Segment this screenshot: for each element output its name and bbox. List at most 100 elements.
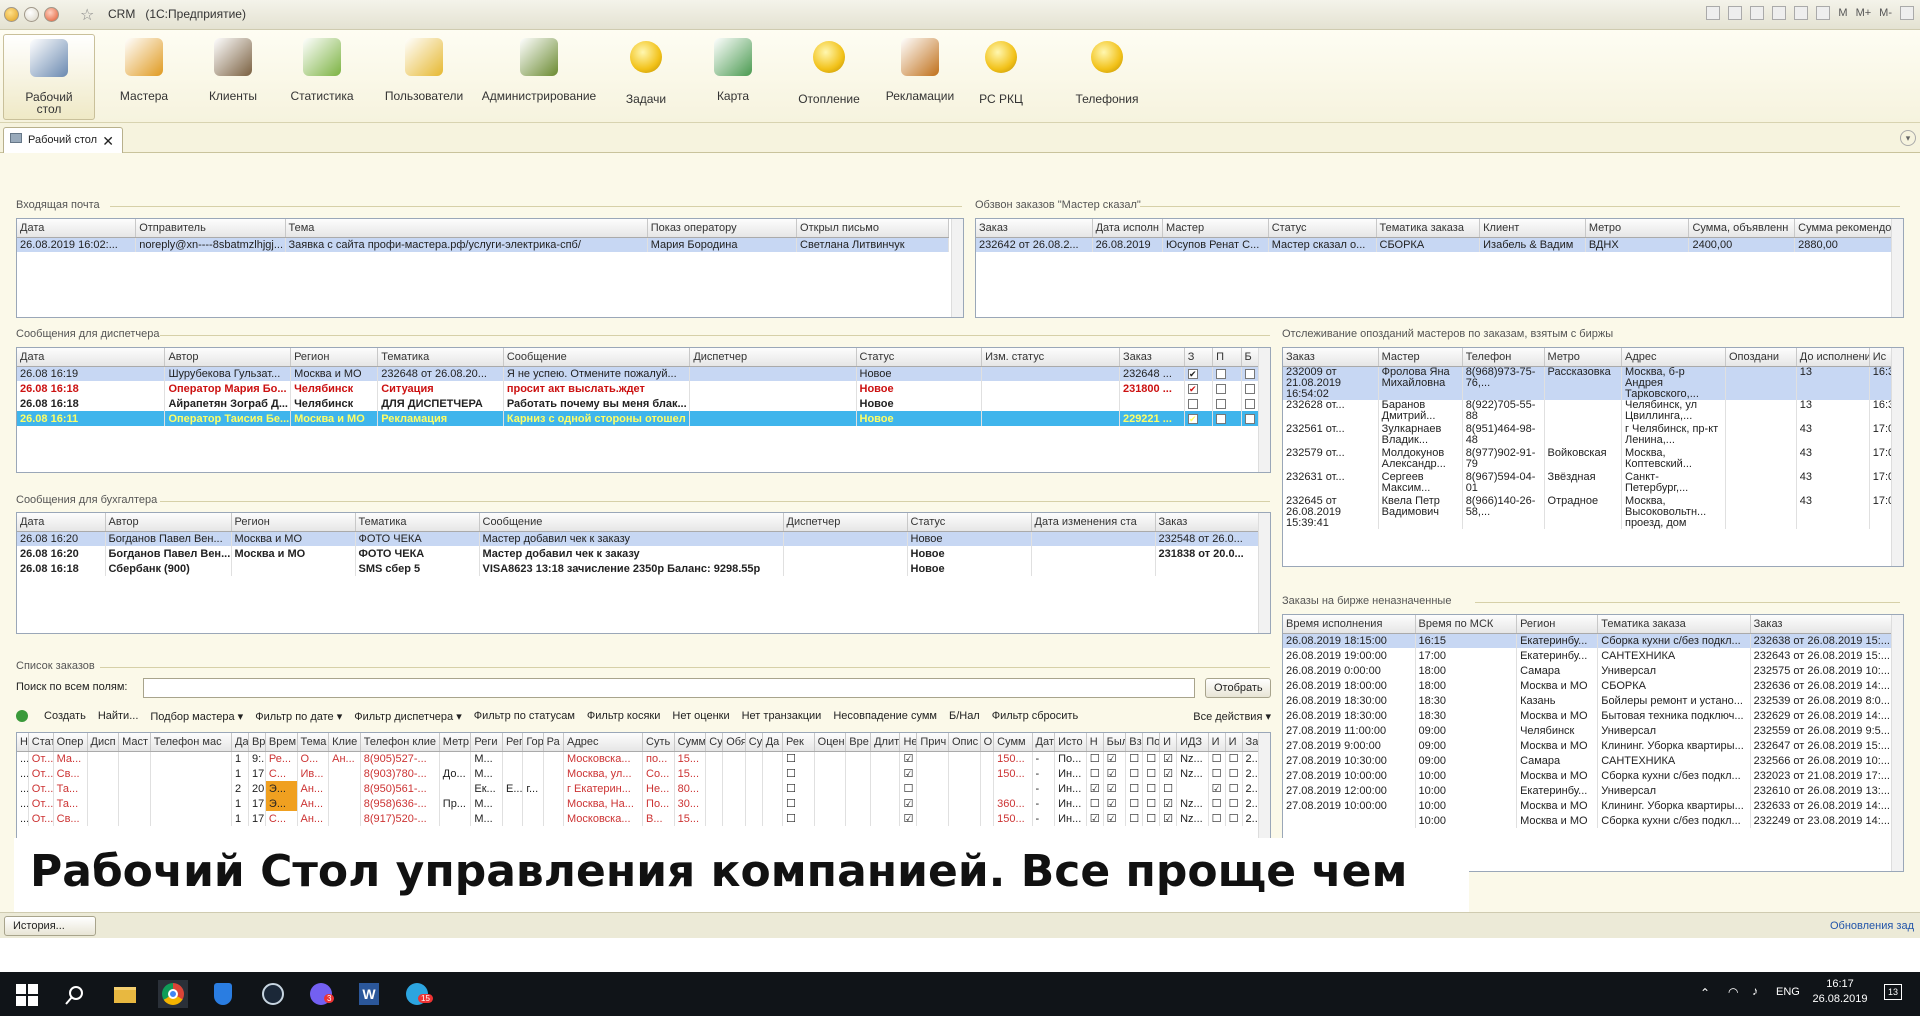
- column-header[interactable]: ИДЗ: [1176, 733, 1209, 752]
- memory-m-button[interactable]: M: [1838, 7, 1847, 19]
- column-header[interactable]: Автор: [164, 348, 292, 367]
- windows-start-icon[interactable]: [12, 980, 42, 1008]
- column-header[interactable]: Оцен: [814, 733, 847, 752]
- column-header[interactable]: Статус: [1268, 219, 1377, 238]
- column-header[interactable]: Изм. статус: [981, 348, 1120, 367]
- column-header[interactable]: Тема: [285, 219, 648, 238]
- checkbox[interactable]: [1244, 383, 1255, 394]
- column-header[interactable]: Дата: [17, 348, 166, 367]
- column-header[interactable]: Реп: [502, 733, 524, 752]
- column-header[interactable]: Ра: [543, 733, 564, 752]
- table-row[interactable]: 26.08.2019 16:02:... noreply@xn----8sbatm…: [17, 237, 963, 252]
- checkbox[interactable]: [1187, 398, 1198, 409]
- column-header[interactable]: Был: [1103, 733, 1127, 752]
- column-header[interactable]: Клиент: [1479, 219, 1586, 238]
- column-header[interactable]: Сумма, объявленн: [1688, 219, 1796, 238]
- minimize-icon[interactable]: [1900, 6, 1914, 20]
- checkbox[interactable]: [1216, 383, 1227, 394]
- history-icon[interactable]: [1772, 6, 1787, 20]
- checkbox-cell[interactable]: ✔: [1184, 411, 1214, 426]
- history-button[interactable]: История...: [4, 916, 96, 936]
- column-header[interactable]: Телефон мас: [150, 733, 233, 752]
- notifications-icon[interactable]: 13: [1884, 984, 1902, 1000]
- orders-command-2[interactable]: Подбор мастера ▾: [150, 710, 243, 723]
- table-row[interactable]: 27.08.2019 9:00:00 09:00 Москва и МО Клинин…: [1283, 738, 1903, 753]
- column-header[interactable]: Тематика: [377, 348, 504, 367]
- column-header[interactable]: Метро: [1585, 219, 1690, 238]
- table-row[interactable]: 26.08.2019 0:00:00 18:00 Самара Универсал 23…: [1283, 663, 1903, 678]
- toolbar-item-7[interactable]: Карта: [700, 34, 766, 120]
- column-header[interactable]: Маст: [118, 733, 151, 752]
- favorites-icon[interactable]: [1750, 6, 1765, 20]
- column-header[interactable]: Н: [1086, 733, 1104, 752]
- table-row[interactable]: 232561 от... Зулкарнаев Владик... 8(951)46…: [1283, 423, 1903, 448]
- column-header[interactable]: О: [980, 733, 995, 752]
- column-header[interactable]: Заказ: [1283, 348, 1379, 367]
- column-header[interactable]: По: [1142, 733, 1161, 752]
- column-header[interactable]: Адрес: [563, 733, 644, 752]
- column-header[interactable]: Сумма рекомендова: [1794, 219, 1903, 238]
- checkbox[interactable]: [1244, 368, 1255, 379]
- orders-command-5[interactable]: Фильтр по статусам: [474, 710, 575, 722]
- toolbar-item-1[interactable]: Мастера: [98, 34, 190, 120]
- table-row[interactable]: 26.08 16:20 Богданов Павел Вен... Москва и…: [17, 531, 1270, 546]
- toolbar-item-2[interactable]: Клиенты: [187, 34, 279, 120]
- tabs-menu-icon[interactable]: ▾: [1900, 130, 1916, 146]
- column-header[interactable]: Н: [17, 733, 29, 752]
- column-header[interactable]: З: [1184, 348, 1214, 367]
- column-header[interactable]: Открыл письмо: [796, 219, 949, 238]
- calculator-icon[interactable]: [1794, 6, 1809, 20]
- print-icon[interactable]: [1728, 6, 1743, 20]
- updates-link[interactable]: Обновления зад: [1830, 920, 1914, 932]
- column-header[interactable]: Автор: [105, 513, 232, 532]
- column-header[interactable]: Суть: [642, 733, 675, 752]
- column-header[interactable]: Стат: [28, 733, 54, 752]
- checkbox[interactable]: ✔: [1187, 413, 1198, 424]
- table-row[interactable]: 26.08 16:20 Богданов Павел Вен... Москва и…: [17, 546, 1270, 561]
- vertical-scrollbar[interactable]: [1891, 348, 1903, 566]
- column-header[interactable]: Метр: [439, 733, 472, 752]
- checkbox[interactable]: ✔: [1187, 368, 1198, 379]
- checkbox-cell[interactable]: [1212, 366, 1242, 381]
- orders-command-7[interactable]: Нет оценки: [672, 710, 729, 722]
- table-row[interactable]: 26.08 16:18 Айрапетян Зограб Д... Челябинс…: [17, 396, 1270, 411]
- column-header[interactable]: Реги: [470, 733, 503, 752]
- star-icon[interactable]: ☆: [80, 5, 94, 25]
- toolbar-item-11[interactable]: Телефония: [1062, 34, 1152, 120]
- checkbox[interactable]: [1216, 398, 1227, 409]
- column-header[interactable]: Время по МСК: [1415, 615, 1518, 634]
- orders-command-10[interactable]: Б/Нал: [949, 710, 980, 722]
- column-header[interactable]: Регион: [1516, 615, 1599, 634]
- table-row[interactable]: 232631 от... Сергеев Максим... 8(967)594-0…: [1283, 471, 1903, 496]
- orders-command-1[interactable]: Найти...: [98, 710, 139, 722]
- toolbar-item-3[interactable]: Статистика: [276, 34, 368, 120]
- toolbar-item-0[interactable]: Рабочий стол: [3, 34, 95, 120]
- table-row[interactable]: ...От...Та... 220...Э...Ан... 8(950)561-..…: [17, 781, 1270, 796]
- word-icon[interactable]: W: [354, 980, 384, 1008]
- table-row[interactable]: ...От...Св... 117...С...Ан... 8(917)520-..…: [17, 811, 1270, 826]
- network-icon[interactable]: ◠: [1728, 985, 1738, 999]
- orders-command-0[interactable]: Создать: [44, 710, 86, 722]
- table-row[interactable]: 26.08 16:19 Шурубекова Гульзат... Москва и…: [17, 366, 1270, 381]
- table-row[interactable]: 26.08.2019 18:30:00 18:30 Москва и МО Бытов…: [1283, 708, 1903, 723]
- column-header[interactable]: Су: [705, 733, 724, 752]
- telegram-icon[interactable]: 15: [402, 980, 433, 1008]
- table-row[interactable]: 232645 от 26.08.2019 15:39:41 Квела Петр …: [1283, 495, 1903, 529]
- checkbox-cell[interactable]: [1212, 396, 1242, 411]
- column-header[interactable]: Тематика заказа: [1376, 219, 1481, 238]
- column-header[interactable]: Дата: [1032, 733, 1056, 752]
- column-header[interactable]: Телефон: [1462, 348, 1545, 367]
- steam-icon[interactable]: [258, 980, 288, 1008]
- column-header[interactable]: Телефон клие: [360, 733, 440, 752]
- column-header[interactable]: Диспетчер: [783, 513, 908, 532]
- column-header[interactable]: Да: [762, 733, 784, 752]
- column-header[interactable]: Врем: [265, 733, 298, 752]
- column-header[interactable]: Прич: [916, 733, 949, 752]
- table-row[interactable]: 26.08 16:18 Оператор Мария Бо... Челябинск…: [17, 381, 1270, 396]
- column-header[interactable]: Регион: [231, 513, 356, 532]
- column-header[interactable]: Обя: [722, 733, 746, 752]
- table-row[interactable]: 26.08.2019 19:00:00 17:00 Екатеринбу... САН…: [1283, 648, 1903, 663]
- column-header[interactable]: Дата исполн: [1092, 219, 1164, 238]
- chrome-icon[interactable]: [158, 980, 188, 1008]
- file-explorer-icon[interactable]: [110, 980, 140, 1008]
